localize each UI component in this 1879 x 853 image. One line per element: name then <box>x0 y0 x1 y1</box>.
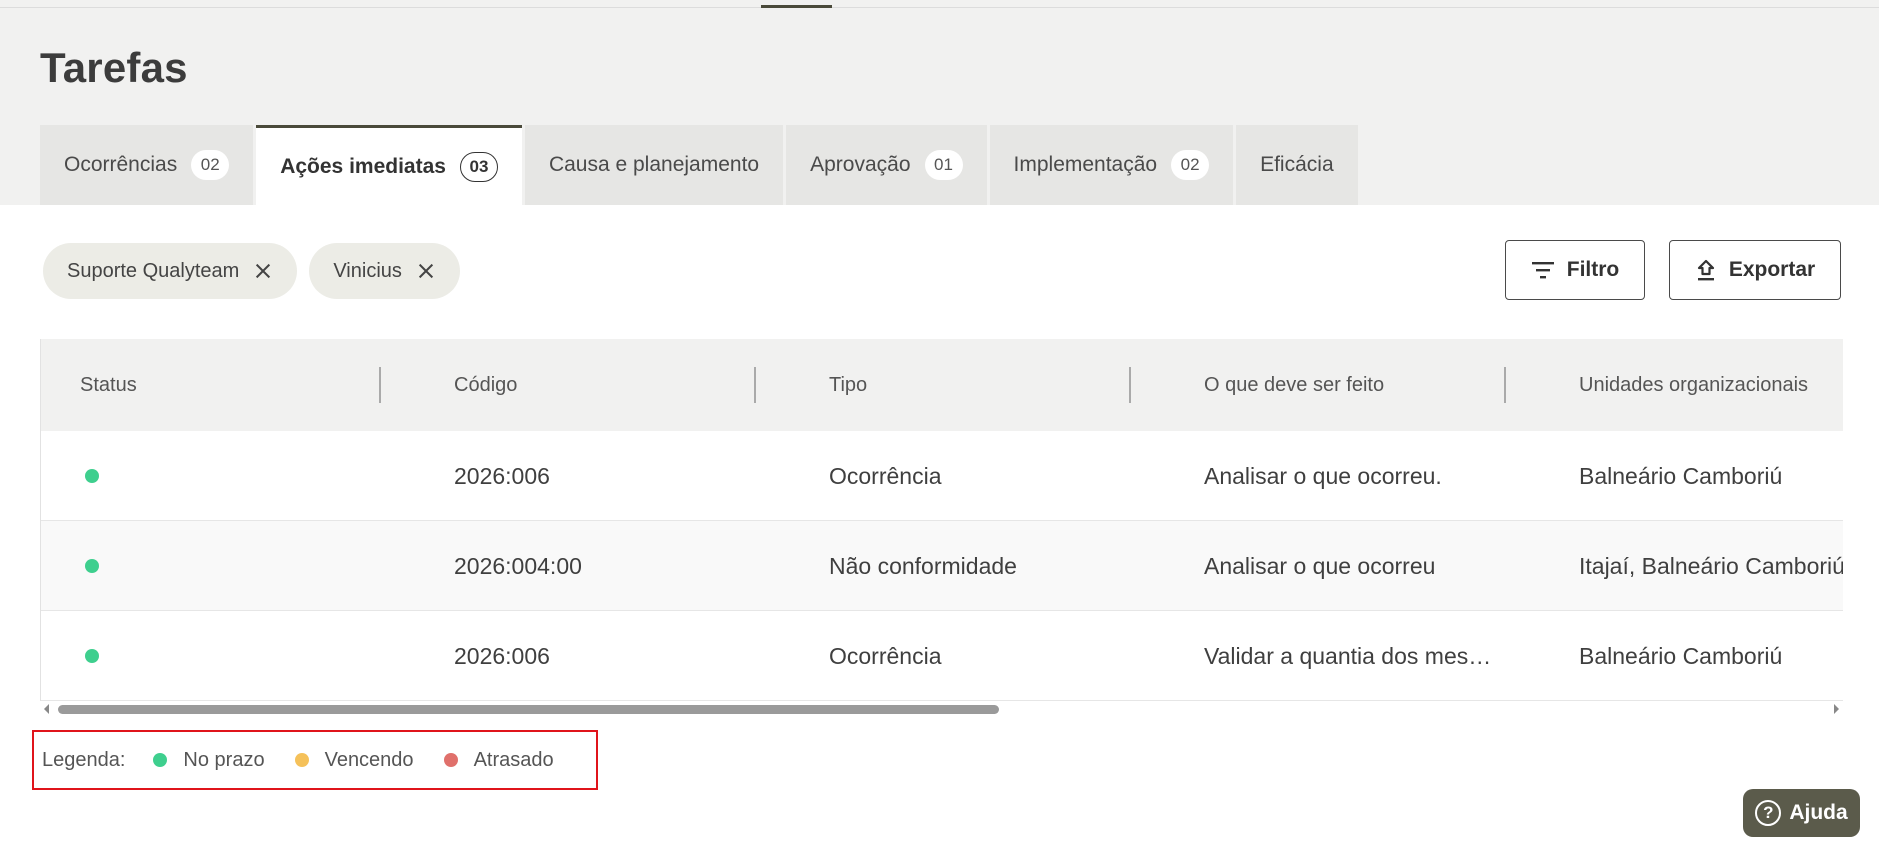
legend-title: Legenda: <box>42 748 126 771</box>
tab-label: Ações imediatas <box>280 154 446 178</box>
table-row[interactable]: 2026:004:00 Não conformidade Analisar o … <box>41 521 1843 611</box>
tab-eficacia[interactable]: Eficácia <box>1236 125 1358 205</box>
status-dot-icon <box>294 753 309 767</box>
tab-count-badge: 01 <box>924 150 963 180</box>
cell-acao: Validar a quantia dos mes… <box>1204 642 1492 669</box>
cell-codigo: 2026:006 <box>454 462 550 489</box>
tab-implementacao[interactable]: Implementação 02 <box>989 125 1234 205</box>
filter-button-label: Filtro <box>1566 258 1620 281</box>
cell-unidades: Balneário Camboriú <box>1579 642 1783 669</box>
help-button[interactable]: ? Ajuda <box>1743 789 1860 837</box>
table-row[interactable]: 2026:006 Ocorrência Analisar o que ocorr… <box>41 431 1843 521</box>
scroll-left-arrow-icon[interactable] <box>44 704 49 714</box>
cell-unidades: Itajaí, Balneário Camboriú <box>1579 552 1843 579</box>
legend-item-label: No prazo <box>183 748 265 771</box>
column-resize-handle[interactable] <box>754 367 756 403</box>
tab-causa-e-planejamento[interactable]: Causa e planejamento <box>524 125 784 205</box>
help-button-label: Ajuda <box>1789 801 1848 824</box>
close-icon[interactable] <box>416 261 436 281</box>
table-row[interactable]: 2026:006 Ocorrência Validar a quantia do… <box>41 611 1843 701</box>
column-header-codigo[interactable]: Código <box>454 339 517 431</box>
filter-chip: Vinicius <box>309 243 460 299</box>
status-legend: Legenda: No prazo Vencendo Atrasado <box>32 730 598 790</box>
scroll-right-arrow-icon[interactable] <box>1834 704 1839 714</box>
filter-chip: Suporte Qualyteam <box>43 243 298 299</box>
upload-icon <box>1697 259 1714 281</box>
status-dot-icon <box>85 469 99 483</box>
cell-codigo: 2026:004:00 <box>454 552 582 579</box>
export-button-label: Exportar <box>1728 258 1816 281</box>
active-filter-chips: Suporte Qualyteam Vinicius <box>43 243 460 299</box>
tab-acoes-imediatas[interactable]: Ações imediatas 03 <box>256 125 522 205</box>
status-dot-icon <box>85 649 99 663</box>
filter-icon <box>1531 262 1554 279</box>
cell-unidades: Balneário Camboriú <box>1579 462 1783 489</box>
tab-count-badge: 03 <box>459 151 498 182</box>
tab-ocorrencias[interactable]: Ocorrências 02 <box>40 125 254 205</box>
filter-chip-label: Suporte Qualyteam <box>67 259 240 282</box>
page-title: Tarefas <box>40 44 188 91</box>
tasks-table: Status Código Tipo O que deve ser feito … <box>40 339 1843 701</box>
question-circle-icon: ? <box>1755 800 1782 826</box>
cell-tipo: Ocorrência <box>829 462 942 489</box>
status-dot-icon <box>443 753 458 767</box>
legend-item-no-prazo: No prazo <box>153 748 265 772</box>
tab-label: Eficácia <box>1260 153 1334 176</box>
cell-tipo: Não conformidade <box>829 552 1017 579</box>
cell-acao: Analisar o que ocorreu <box>1204 552 1436 579</box>
tab-count-badge: 02 <box>191 150 230 180</box>
cell-codigo: 2026:006 <box>454 642 550 669</box>
tab-label: Implementação <box>1013 153 1158 176</box>
tab-count-badge: 02 <box>1171 150 1210 180</box>
tab-bar: Ocorrências 02 Ações imediatas 03 Causa … <box>40 125 1361 205</box>
export-button[interactable]: Exportar <box>1669 240 1841 300</box>
column-header-unidades[interactable]: Unidades organizacionais <box>1579 339 1808 431</box>
column-header-o-que-deve-ser-feito[interactable]: O que deve ser feito <box>1204 339 1384 431</box>
status-dot-icon <box>85 559 99 573</box>
horizontal-scrollbar[interactable] <box>40 701 1843 717</box>
legend-item-vencendo: Vencendo <box>294 748 414 772</box>
cell-acao: Analisar o que ocorreu. <box>1204 462 1442 489</box>
column-resize-handle[interactable] <box>1129 367 1131 403</box>
legend-item-atrasado: Atrasado <box>443 748 554 772</box>
top-nav-strip <box>0 0 1879 8</box>
column-header-tipo[interactable]: Tipo <box>829 339 867 431</box>
tab-label: Ocorrências <box>64 153 178 176</box>
column-header-status[interactable]: Status <box>80 339 137 431</box>
column-resize-handle[interactable] <box>379 367 381 403</box>
tab-aprovacao[interactable]: Aprovação 01 <box>786 125 987 205</box>
table-header: Status Código Tipo O que deve ser feito … <box>41 339 1843 431</box>
filter-chip-label: Vinicius <box>333 259 402 282</box>
legend-item-label: Atrasado <box>473 748 554 771</box>
status-dot-icon <box>153 753 168 767</box>
column-resize-handle[interactable] <box>1504 367 1506 403</box>
scrollbar-thumb[interactable] <box>58 705 999 714</box>
legend-item-label: Vencendo <box>324 748 414 771</box>
close-icon[interactable] <box>253 261 273 281</box>
tab-label: Causa e planejamento <box>548 153 760 176</box>
filter-button[interactable]: Filtro <box>1505 240 1645 300</box>
cell-tipo: Ocorrência <box>829 642 942 669</box>
tab-label: Aprovação <box>810 153 911 176</box>
